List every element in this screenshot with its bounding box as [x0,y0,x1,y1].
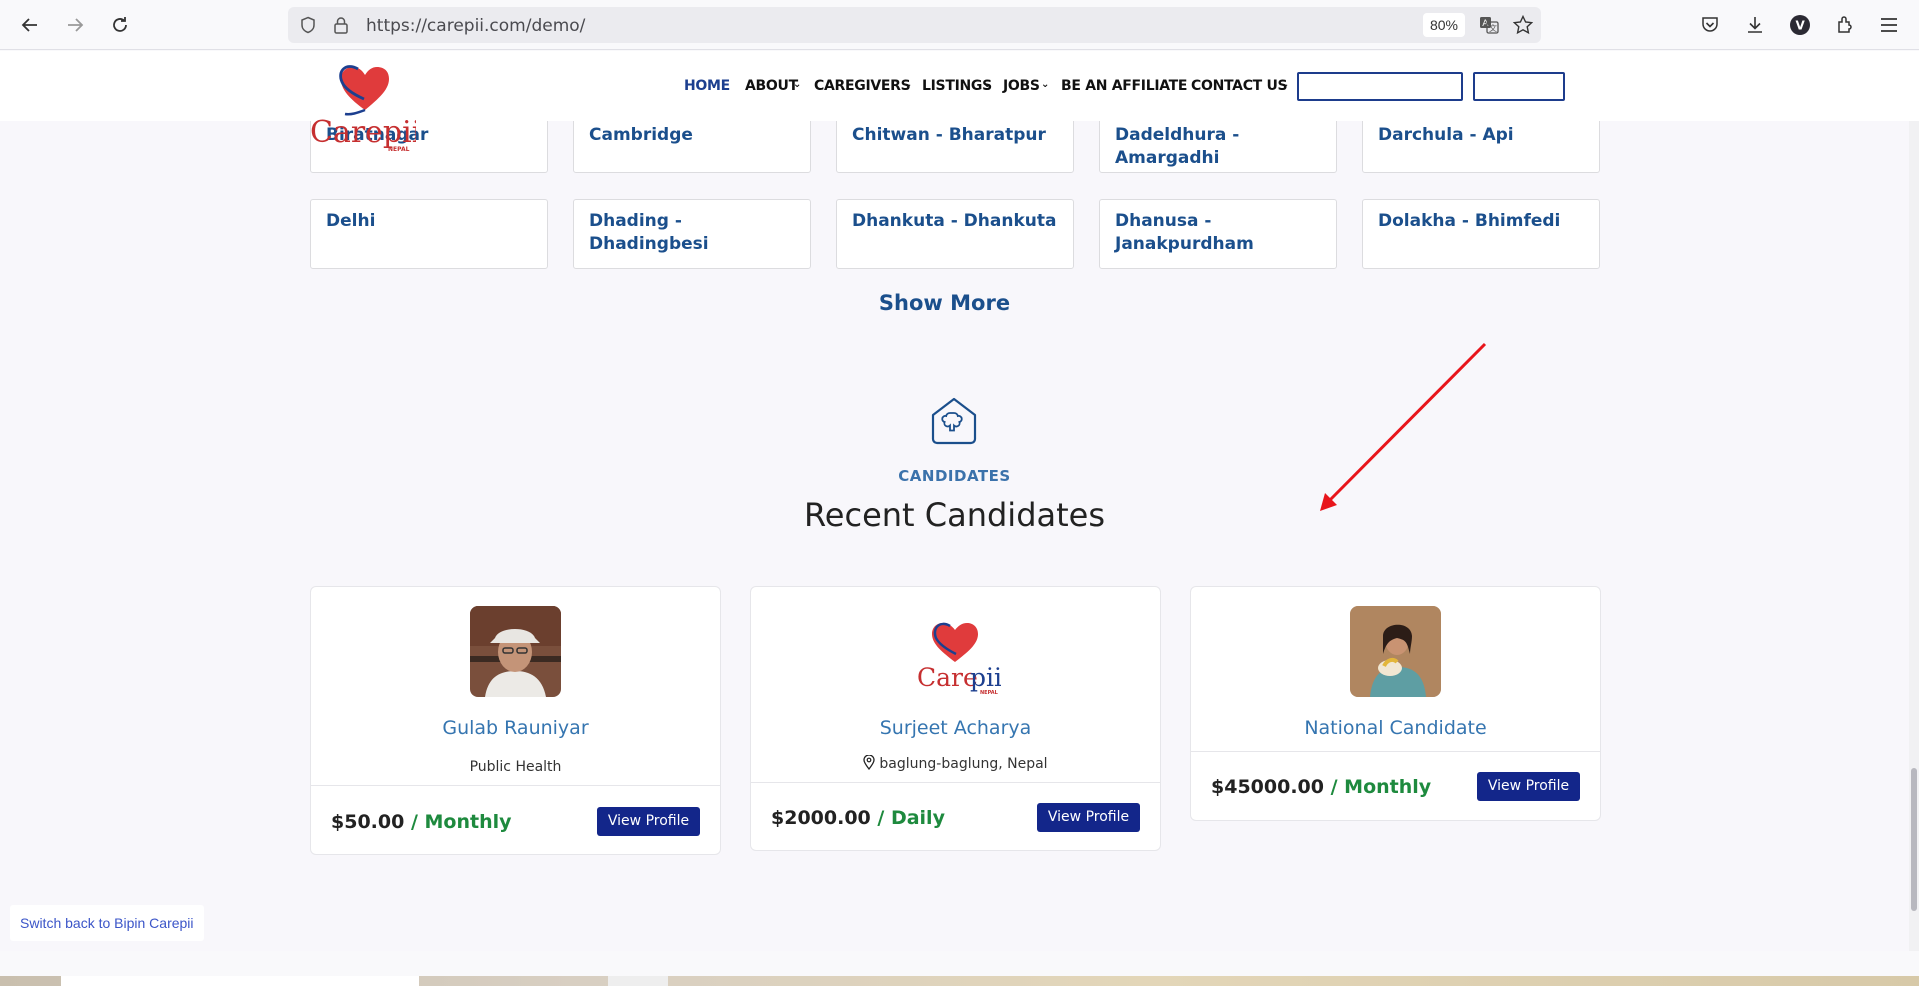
chevron-down-icon[interactable]: ⌄ [1281,79,1289,90]
download-icon[interactable] [1743,13,1767,37]
candidate-rate: $2000.00 / Daily [771,807,945,829]
candidate-card: National Candidate $45000.00 / Monthly V… [1190,586,1601,821]
city-card[interactable]: Dadeldhura - Amargadhi [1099,121,1337,173]
annotation-arrow [1315,341,1495,516]
show-more-link[interactable]: Show More [0,291,1889,315]
location-text: baglung-baglung, Nepal [879,756,1048,772]
candidate-photo[interactable] [470,606,561,697]
city-name: Cambridge [589,125,693,145]
reload-icon[interactable] [106,11,134,39]
card-divider [1191,751,1600,752]
section-title: Recent Candidates [803,496,1106,534]
city-card[interactable]: Cambridge [573,121,811,173]
candidate-photo-logo[interactable]: Care pii NEPAL [910,606,1001,697]
candidate-name[interactable]: Gulab Rauniyar [311,717,720,739]
candidate-name[interactable]: National Candidate [1191,717,1600,739]
chevron-down-icon[interactable]: ⌄ [904,79,912,90]
nav-listings[interactable]: LISTINGS [922,78,992,94]
header-outline-button-1[interactable] [1297,72,1463,101]
city-card[interactable]: Delhi [310,199,548,269]
taskbar-item[interactable] [61,976,419,986]
extensions-icon[interactable] [1833,13,1857,37]
candidate-location: baglung-baglung, Nepal [751,754,1160,774]
location-pin-icon [863,754,876,774]
rate-amount: $50.00 [331,811,405,833]
city-name: Delhi [326,211,376,231]
nav-contact[interactable]: CONTACT US [1191,78,1288,94]
menu-icon[interactable] [1877,13,1901,37]
switch-back-link[interactable]: Switch back to Bipin Carepii [10,905,204,941]
svg-text:Care: Care [917,663,978,692]
svg-text:文: 文 [1489,23,1497,33]
scrollbar[interactable] [1909,51,1919,951]
taskbar [0,976,1919,986]
svg-text:NEPAL: NEPAL [980,690,999,696]
candidate-specialty: Public Health [469,759,562,775]
city-name: Dhankuta - Dhankuta [852,211,1057,231]
city-name: Dadeldhura - Amargadhi [1115,125,1240,168]
city-name: Dhading - Dhadingbesi [589,211,709,254]
city-card[interactable]: Chitwan - Bharatpur [836,121,1074,173]
city-name: Darchula - Api [1378,125,1514,145]
city-card[interactable]: Dhanusa - Janakpurdham [1099,199,1337,269]
candidate-card: Gulab Rauniyar Public Health $50.00 / Mo… [310,586,721,855]
url-text[interactable]: https://carepii.com/demo/ [366,16,585,36]
lock-icon[interactable] [331,15,351,35]
nav-about[interactable]: ABOUT [745,78,798,94]
rate-period: / Monthly [410,811,512,833]
svg-text:V: V [1796,19,1806,33]
chevron-down-icon[interactable]: ⌄ [1041,79,1049,90]
view-profile-button[interactable]: View Profile [1477,772,1580,801]
nav-home[interactable]: HOME [684,78,730,94]
view-profile-button[interactable]: View Profile [1037,803,1140,832]
header-outline-button-2[interactable] [1473,72,1565,101]
view-profile-button[interactable]: View Profile [597,807,700,836]
scrollbar-thumb[interactable] [1911,768,1917,911]
candidate-photo[interactable] [1350,606,1441,697]
pocket-icon[interactable] [1698,13,1722,37]
candidate-rate: $45000.00 / Monthly [1211,776,1431,798]
rate-amount: $45000.00 [1211,776,1324,798]
rate-amount: $2000.00 [771,807,871,829]
rate-period: / Daily [877,807,945,829]
city-card[interactable]: Dhading - Dhadingbesi [573,199,811,269]
account-avatar-icon[interactable]: V [1788,13,1812,37]
city-card[interactable]: Darchula - Api [1362,121,1600,173]
nav-affiliate[interactable]: BE AN AFFILIATE [1061,78,1188,94]
svg-text:pii: pii [970,663,1001,692]
browser-toolbar: https://carepii.com/demo/ 80% A文 V [0,0,1919,50]
city-card[interactable]: Dolakha - Bhimfedi [1362,199,1600,269]
bookmark-star-icon[interactable] [1513,15,1533,35]
address-bar[interactable]: https://carepii.com/demo/ 80% A文 [288,7,1541,43]
nav-jobs[interactable]: JOBS [1003,78,1040,94]
city-name: Dolakha - Bhimfedi [1378,211,1561,231]
candidate-name[interactable]: Surjeet Acharya [751,717,1160,739]
zoom-level[interactable]: 80% [1422,13,1465,37]
section-tag: CANDIDATES [898,467,1011,485]
rate-period: / Monthly [1330,776,1432,798]
logo-subtext: NEPAL [388,146,410,153]
taskbar-item[interactable] [608,976,668,986]
card-divider [751,782,1160,783]
candidate-rate: $50.00 / Monthly [331,811,512,833]
candidate-card: Care pii NEPAL Surjeet Acharya baglung-b… [750,586,1161,851]
logo-text: Carepii [310,115,416,150]
site-header: HOME ABOUT ⌄ CAREGIVERS ⌄ LISTINGS ⌄ JOB… [0,51,1919,121]
translate-icon[interactable]: A文 [1479,15,1499,35]
card-divider [311,785,720,786]
forward-icon[interactable] [61,11,89,39]
back-icon[interactable] [16,11,44,39]
home-care-icon [929,396,979,446]
shield-icon[interactable] [298,15,318,35]
site-logo[interactable]: Carepii NEPAL [308,55,421,155]
city-name: Dhanusa - Janakpurdham [1115,211,1254,254]
main-content: Biratnagar Cambridge Chitwan - Bharatpur… [0,121,1919,951]
city-card[interactable]: Dhankuta - Dhankuta [836,199,1074,269]
nav-caregivers[interactable]: CAREGIVERS [814,78,911,94]
chevron-down-icon[interactable]: ⌄ [793,79,801,90]
city-name: Chitwan - Bharatpur [852,125,1046,145]
chevron-down-icon[interactable]: ⌄ [983,79,991,90]
